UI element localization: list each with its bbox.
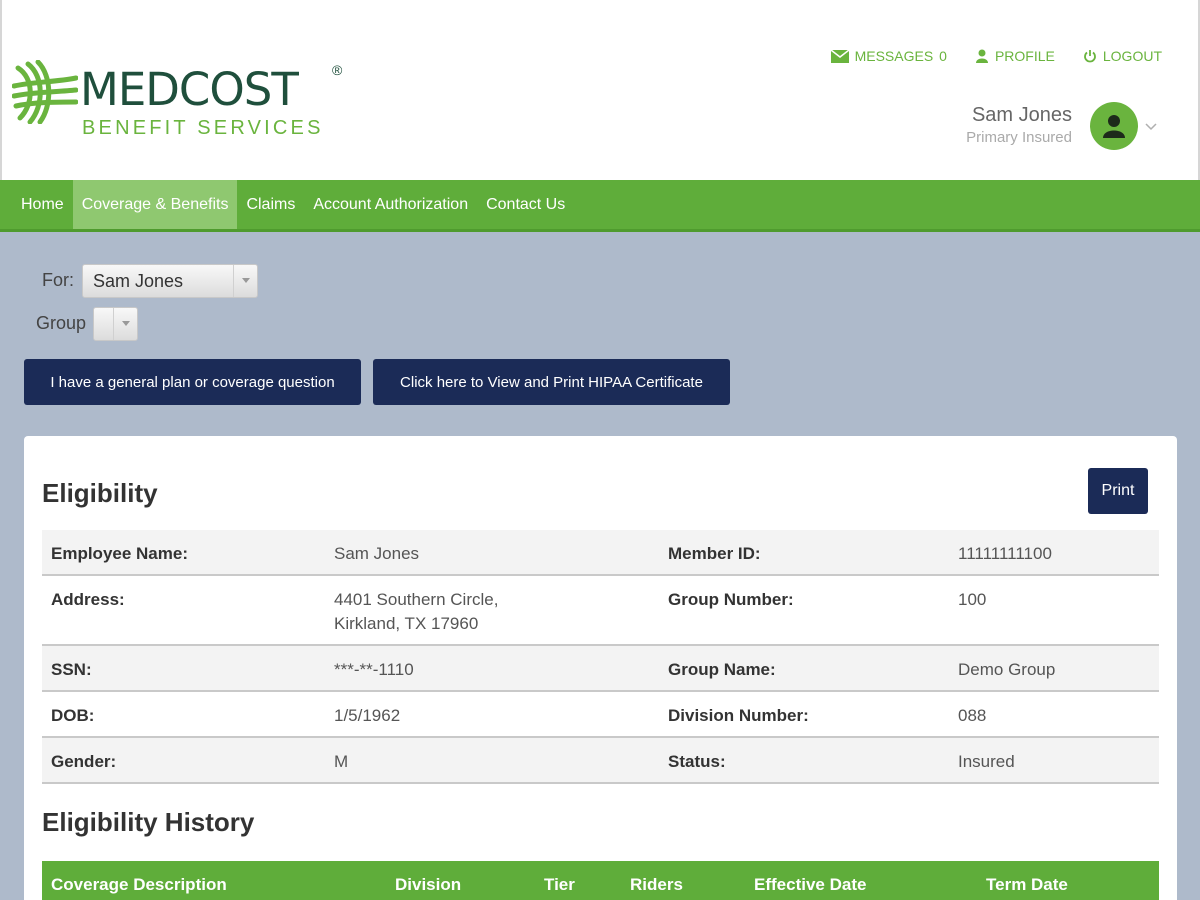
eligibility-title: Eligibility — [42, 478, 158, 508]
avatar-person-icon — [1103, 115, 1125, 138]
nav-item-claims[interactable]: Claims — [237, 180, 304, 229]
caret-down-icon — [113, 308, 137, 340]
logo-subtitle: BENEFIT SERVICES — [82, 117, 324, 139]
for-label: For: — [42, 270, 75, 290]
column-header-division[interactable]: Division — [395, 875, 461, 895]
member-select-value: Sam Jones — [93, 271, 184, 291]
eligibility-row: DOB: 1/5/1962 Division Number: 088 — [42, 692, 1159, 738]
nav-item-account-authorization[interactable]: Account Authorization — [304, 180, 477, 229]
column-header-term-date[interactable]: Term Date — [986, 875, 1068, 895]
messages-link[interactable]: MESSAGES 0 — [830, 48, 947, 64]
dob-value: 1/5/1962 — [334, 706, 401, 725]
user-info: Sam Jones Primary Insured — [966, 103, 1072, 149]
medcost-logo[interactable]: MEDCOST ® BENEFIT SERVICES — [12, 58, 352, 148]
eligibility-row: Employee Name: Sam Jones Member ID: 1111… — [42, 530, 1159, 576]
eligibility-row: Address: 4401 Southern Circle, Kirkland,… — [42, 576, 1159, 646]
eligibility-row: Gender: M Status: Insured — [42, 738, 1159, 784]
logout-label: LOGOUT — [1102, 48, 1162, 64]
logo-name: MEDCOST — [80, 63, 299, 116]
division-number-value: 088 — [958, 706, 987, 725]
employee-name-label: Employee Name: — [51, 544, 188, 563]
envelope-icon — [830, 49, 849, 63]
hipaa-certificate-button[interactable]: Click here to View and Print HIPAA Certi… — [373, 359, 730, 405]
column-header-tier[interactable]: Tier — [544, 875, 575, 895]
main-nav: Home Coverage & Benefits Claims Account … — [0, 180, 1200, 232]
group-number-value: 100 — [958, 590, 987, 609]
member-id-value: 11111111100 — [958, 544, 1052, 563]
nav-item-coverage-benefits[interactable]: Coverage & Benefits — [72, 180, 238, 229]
dob-label: DOB: — [51, 706, 95, 725]
employee-name-value: Sam Jones — [334, 544, 420, 563]
address-label: Address: — [51, 590, 125, 609]
nav-item-contact-us[interactable]: Contact Us — [477, 180, 574, 229]
power-icon — [1084, 50, 1096, 63]
site-header: MEDCOST ® BENEFIT SERVICES MESSAGES 0 PR… — [0, 0, 1200, 180]
history-table-header: Coverage Description Division Tier Rider… — [42, 861, 1159, 900]
user-name: Sam Jones — [971, 104, 1072, 126]
group-label: Group — [36, 313, 87, 333]
eligibility-history-title: Eligibility History — [42, 807, 255, 837]
person-icon — [975, 49, 988, 63]
ssn-label: SSN: — [51, 660, 92, 679]
user-role: Primary Insured — [966, 129, 1072, 146]
profile-label: PROFILE — [994, 48, 1055, 64]
eligibility-row: SSN: ***-**-1110 Group Name: Demo Group — [42, 646, 1159, 692]
profile-link[interactable]: PROFILE — [975, 48, 1055, 64]
general-question-button[interactable]: I have a general plan or coverage questi… — [24, 359, 361, 405]
ssn-value: ***-**-1110 — [334, 660, 414, 679]
print-button[interactable]: Print — [1088, 468, 1148, 514]
member-select[interactable]: Sam Jones — [82, 264, 258, 298]
gender-label: Gender: — [51, 752, 117, 771]
chevron-down-icon[interactable] — [1144, 119, 1158, 133]
registered-mark: ® — [332, 62, 343, 78]
status-value: Insured — [958, 752, 1015, 771]
eligibility-table: Employee Name: Sam Jones Member ID: 1111… — [42, 530, 1159, 784]
messages-label: MESSAGES — [854, 48, 934, 64]
division-number-label: Division Number: — [668, 706, 809, 725]
group-name-label: Group Name: — [668, 660, 776, 679]
top-links: MESSAGES 0 PROFILE LOGOUT — [830, 48, 1162, 64]
nav-item-home[interactable]: Home — [12, 180, 73, 229]
messages-count: 0 — [939, 48, 947, 64]
address-line1: 4401 Southern Circle, — [334, 590, 499, 609]
status-label: Status: — [668, 752, 726, 771]
group-name-value: Demo Group — [958, 660, 1056, 679]
member-id-label: Member ID: — [668, 544, 761, 563]
logout-link[interactable]: LOGOUT — [1083, 48, 1162, 64]
group-select[interactable] — [93, 307, 138, 341]
eligibility-card: Eligibility Print Employee Name: Sam Jon… — [24, 436, 1177, 900]
group-number-label: Group Number: — [668, 590, 794, 609]
gender-value: M — [334, 752, 349, 771]
column-header-coverage-description[interactable]: Coverage Description — [51, 875, 227, 895]
caret-down-icon — [233, 265, 257, 297]
user-menu[interactable]: Sam Jones Primary Insured — [966, 102, 1158, 150]
column-header-effective-date[interactable]: Effective Date — [754, 875, 866, 895]
column-header-riders[interactable]: Riders — [630, 875, 683, 895]
avatar[interactable] — [1090, 102, 1138, 150]
logo-mark-icon — [12, 60, 78, 124]
address-line2: Kirkland, TX 17960 — [334, 614, 479, 633]
